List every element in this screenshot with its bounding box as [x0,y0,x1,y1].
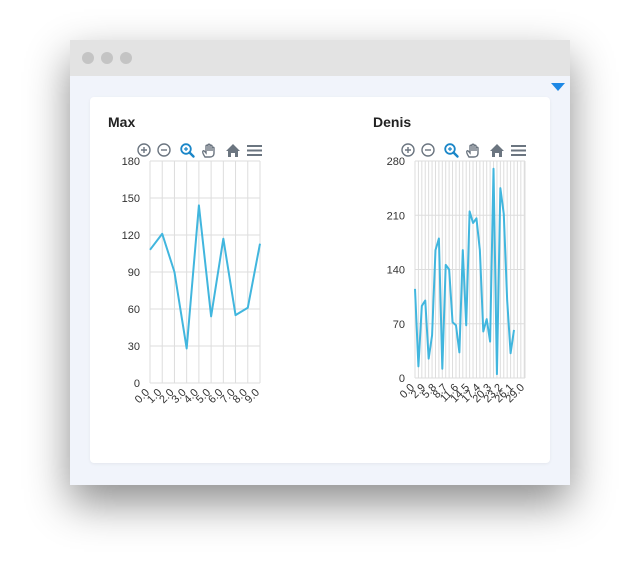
magnifier-plus [448,147,452,151]
x-axis: 0.02.95.88.711.614.517.420.323.226.129.0 [398,382,527,406]
zoom-selection-icon[interactable] [444,143,459,158]
zoom-in-icon[interactable] [401,143,415,157]
magnifier-handle [452,151,459,158]
zoom-in-plus [405,147,411,153]
y-axis: 0 70 140 210 280 [387,156,405,385]
menu-lines [511,145,526,156]
hand-outline [465,143,479,158]
y-tick-label: 280 [387,156,405,168]
chart-denis: 0 70 140 210 280 0.02.95.88.711.614.517.420.3… [387,143,527,406]
series-line [414,167,515,376]
zoom-out-icon[interactable] [421,143,435,157]
y-tick-label: 140 [387,265,405,277]
pan-hand-icon[interactable] [465,143,479,158]
chart-toolbar [401,143,526,158]
y-tick-label: 0 [399,373,405,385]
y-tick-label: 70 [393,319,405,331]
menu-icon[interactable] [511,145,526,156]
home-reset-icon[interactable] [490,144,504,157]
y-tick-label: 210 [387,210,405,222]
house-shape [490,144,504,157]
